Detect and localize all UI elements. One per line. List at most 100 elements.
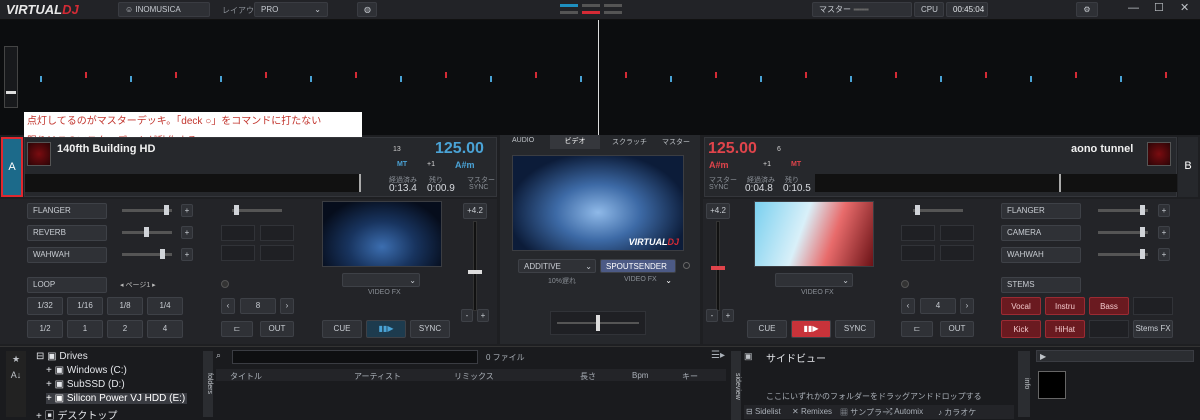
loop-pad[interactable]: 1/4 — [147, 297, 183, 315]
deck-a-key[interactable]: A#m — [455, 160, 475, 170]
minimize-icon[interactable]: — — [1128, 2, 1139, 14]
fx-slot-3[interactable]: WAHWAH — [27, 247, 107, 263]
pitch-plus[interactable]: + — [477, 309, 489, 322]
pad[interactable] — [901, 225, 935, 241]
loop-in-button[interactable]: ⊏ — [901, 321, 933, 337]
layout-select[interactable]: PRO ⌄ — [254, 2, 328, 17]
deck-a-cue-button[interactable]: CUE — [322, 320, 362, 338]
filter-slider[interactable] — [913, 205, 963, 215]
maximize-icon[interactable]: ☐ — [1154, 1, 1164, 14]
col-length[interactable]: 長さ — [580, 371, 596, 382]
page-selector[interactable]: ◂ ページ1 ▸ — [120, 280, 156, 290]
fx-slot-2[interactable]: CAMERA — [1001, 225, 1081, 241]
fx-add-3[interactable]: + — [181, 248, 193, 261]
deck-a-sync-button[interactable]: SYNC — [410, 320, 450, 338]
stem-kick[interactable]: Kick — [1001, 320, 1041, 338]
loop-in-button[interactable]: ⊏ — [221, 321, 253, 337]
pad[interactable] — [221, 225, 255, 241]
tab-karaoke[interactable]: ♪ カラオケ — [938, 407, 976, 418]
stem-empty[interactable] — [1089, 320, 1129, 338]
pad[interactable] — [221, 245, 255, 261]
fx-add-2[interactable]: + — [181, 226, 193, 239]
pitch-minus[interactable]: - — [706, 309, 718, 322]
deck-b-cue-button[interactable]: CUE — [747, 320, 787, 338]
key-plus[interactable]: +1 — [763, 161, 771, 168]
loop-half-button[interactable]: ‹ — [901, 298, 915, 314]
loop-double-button[interactable]: › — [960, 298, 974, 314]
tree-item[interactable]: + ▣ デスクトップ — [36, 407, 117, 420]
fx-slider-3[interactable] — [122, 249, 172, 259]
col-title[interactable]: タイトル — [230, 371, 262, 382]
pad[interactable] — [260, 225, 294, 241]
record-button[interactable]: ◍ — [357, 2, 377, 17]
loop-half-button[interactable]: ‹ — [221, 298, 235, 314]
key-plus[interactable]: +1 — [427, 161, 435, 168]
loop-pad[interactable]: 1/32 — [27, 297, 63, 315]
fx-add-2[interactable]: + — [1158, 226, 1170, 239]
loop-out-button[interactable]: OUT — [260, 321, 294, 337]
search-input[interactable] — [232, 350, 478, 364]
list-menu-icon[interactable]: ☰▸ — [711, 350, 725, 361]
tab-master[interactable]: マスター — [662, 137, 690, 147]
stem-empty[interactable] — [1133, 297, 1173, 315]
fx-slot-1[interactable]: FLANGER — [27, 203, 107, 219]
pad[interactable] — [940, 245, 974, 261]
fx-slider-2[interactable] — [1098, 227, 1148, 237]
loop-out-button[interactable]: OUT — [940, 321, 974, 337]
filter-slider[interactable] — [232, 205, 282, 215]
col-key[interactable]: キー — [682, 371, 698, 382]
loop-length[interactable]: 8 — [240, 298, 276, 314]
loop-double-button[interactable]: › — [280, 298, 294, 314]
tree-item[interactable]: ⊟ ▣ Drives — [36, 351, 88, 362]
fx-slot-3[interactable]: WAHWAH — [1001, 247, 1081, 263]
pitch-minus[interactable]: - — [461, 309, 473, 322]
sort-icon[interactable]: A↓ — [6, 367, 26, 383]
deck-b-sync-button[interactable]: SYNC — [835, 320, 875, 338]
stem-instru[interactable]: Instru — [1045, 297, 1085, 315]
deck-b-key[interactable]: A#m — [709, 160, 729, 170]
tab-sidelist[interactable]: ⊟ Sidelist — [746, 407, 781, 416]
fx-add-1[interactable]: + — [1158, 204, 1170, 217]
col-remix[interactable]: リミックス — [454, 371, 494, 382]
master-tempo-button[interactable]: MT — [397, 161, 407, 168]
pad[interactable] — [260, 245, 294, 261]
tree-item[interactable]: + ▣ Windows (C:) — [46, 365, 127, 376]
deck-a-play-button[interactable]: ▮▮▶ — [366, 320, 406, 338]
deck-b-play-button[interactable]: ▮▮▶ — [791, 320, 831, 338]
star-icon[interactable]: ★ — [6, 351, 26, 367]
deck-b-video-fx-select[interactable]: ⌄ — [775, 273, 853, 287]
tab-automix[interactable]: ⤮ Automix — [886, 407, 923, 417]
deck-a-video-fx-select[interactable]: ⌄ — [342, 273, 420, 287]
stem-bass[interactable]: Bass — [1089, 297, 1129, 315]
pitch-plus[interactable]: + — [722, 309, 734, 322]
master-tempo-button[interactable]: MT — [791, 161, 801, 168]
fx-slider-1[interactable] — [1098, 205, 1148, 215]
deck-b-pitch-fader[interactable] — [711, 221, 725, 311]
deck-b-waveform[interactable] — [815, 174, 1177, 192]
stems-fx-button[interactable]: Stems FX — [1133, 320, 1173, 338]
fx-slider-3[interactable] — [1098, 249, 1148, 259]
pad[interactable] — [940, 225, 974, 241]
fx-slot-2[interactable]: REVERB — [27, 225, 107, 241]
folders-tab[interactable]: folders — [203, 351, 213, 417]
zoom-slider[interactable] — [4, 46, 18, 108]
fx-add-1[interactable]: + — [181, 204, 193, 217]
loop-pad[interactable]: 1 — [67, 320, 103, 338]
loop-length[interactable]: 4 — [920, 298, 956, 314]
tab-scratch[interactable]: スクラッチ — [612, 137, 647, 147]
tab-audio[interactable]: AUDIO — [512, 137, 534, 144]
info-player[interactable]: ▶ — [1036, 350, 1194, 362]
sideview-tab[interactable]: sideview — [731, 351, 741, 420]
deck-a-waveform[interactable] — [25, 174, 361, 192]
fx-add-3[interactable]: + — [1158, 248, 1170, 261]
loop-pad[interactable]: 1/16 — [67, 297, 103, 315]
settings-gear-icon[interactable]: ⚙ — [1076, 2, 1098, 17]
waveform-overview[interactable]: 点灯してるのがマスターデッキ。「deck ○」をコマンドに打たない限りはこのマス… — [0, 20, 1200, 152]
loop-mode-select[interactable]: LOOP — [27, 277, 107, 293]
stem-vocal[interactable]: Vocal — [1001, 297, 1041, 315]
close-icon[interactable]: ✕ — [1180, 1, 1189, 14]
pad[interactable] — [901, 245, 935, 261]
loop-pad[interactable]: 1/2 — [27, 320, 63, 338]
info-tab[interactable]: info — [1018, 351, 1030, 417]
fx-slot-1[interactable]: FLANGER — [1001, 203, 1081, 219]
